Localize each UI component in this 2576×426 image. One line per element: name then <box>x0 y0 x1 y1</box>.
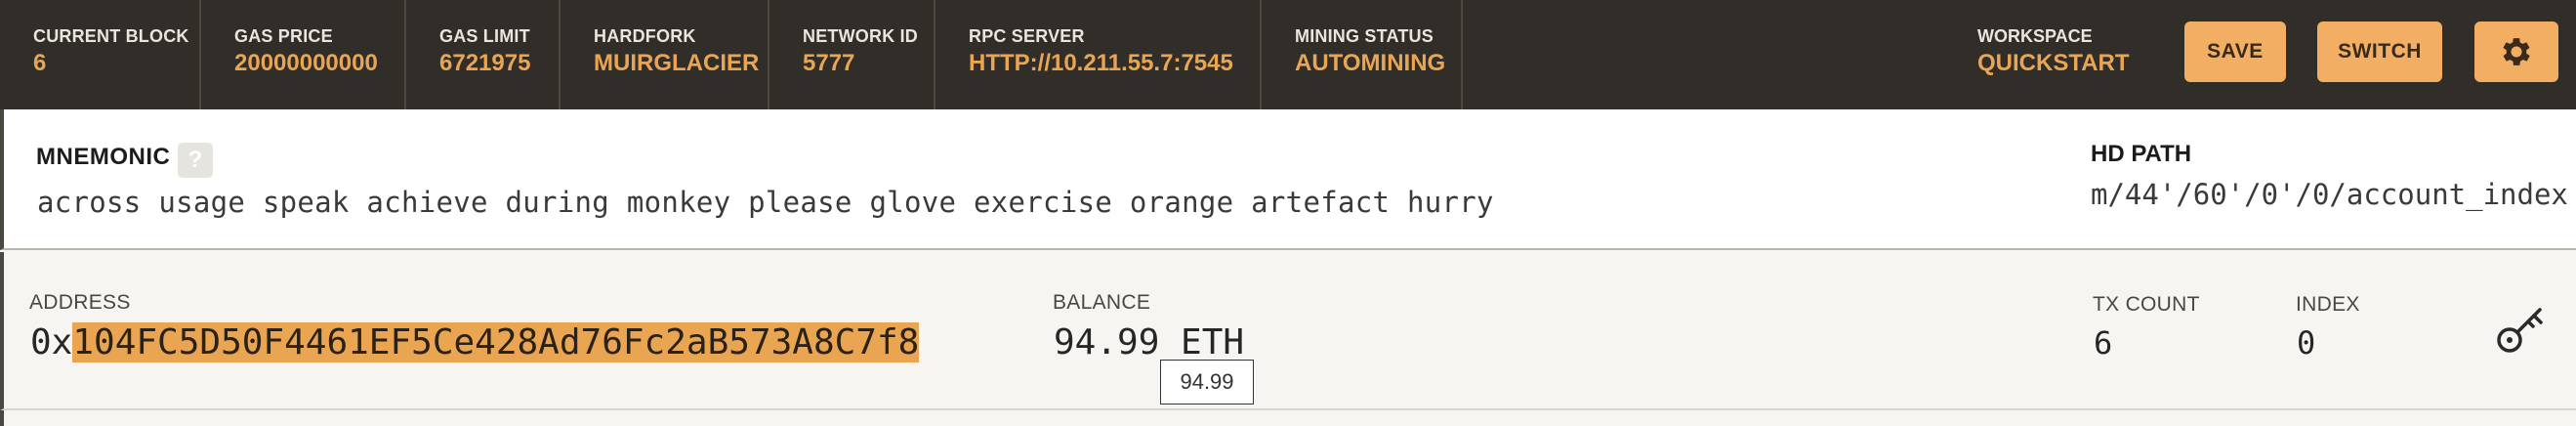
account-row[interactable]: ADDRESS 0x104FC5D50F4461EF5Ce428Ad76Fc2a… <box>0 252 2576 410</box>
next-row-edge <box>0 410 2576 426</box>
workspace-indicator: WORKSPACE QUICKSTART <box>1977 25 2130 78</box>
stat-label: MINING STATUS <box>1295 26 1433 46</box>
stat-label: GAS PRICE <box>234 26 333 46</box>
stat-label: GAS LIMIT <box>439 26 530 46</box>
stat-rpc-server: RPC SERVER HTTP://10.211.55.7:7545 <box>935 0 1262 109</box>
address-selected-text[interactable]: 104FC5D50F4461EF5Ce428Ad76Fc2aB573A8C7f8 <box>72 322 920 362</box>
stat-value: HTTP://10.211.55.7:7545 <box>969 50 1233 76</box>
stat-value: MUIRGLACIER <box>594 50 760 76</box>
index-label: INDEX <box>2296 293 2360 316</box>
tx-count-label: TX COUNT <box>2093 293 2200 316</box>
index-value: 0 <box>2297 324 2316 362</box>
address-prefix: 0x <box>30 322 73 362</box>
key-icon[interactable] <box>2495 301 2550 356</box>
tx-count-value: 6 <box>2094 324 2113 362</box>
hd-path-label: HD PATH <box>2091 141 2192 167</box>
switch-button[interactable]: SWITCH <box>2317 21 2442 82</box>
balance-value: 94.99 ETH <box>1054 322 1245 362</box>
stat-gas-price: GAS PRICE 20000000000 <box>201 0 406 109</box>
balance-label: BALANCE <box>1053 291 1151 314</box>
stat-value: 5777 <box>803 50 855 76</box>
gear-icon <box>2503 38 2530 65</box>
address-label: ADDRESS <box>29 291 131 314</box>
stat-label: CURRENT BLOCK <box>33 26 189 46</box>
stat-label: RPC SERVER <box>969 26 1085 46</box>
address-value[interactable]: 0x104FC5D50F4461EF5Ce428Ad76Fc2aB573A8C7… <box>30 322 920 362</box>
stat-value: 20000000000 <box>234 50 378 76</box>
mnemonic-words: across usage speak achieve during monkey… <box>37 186 1494 219</box>
hd-path-value: m/44'/60'/0'/0/account_index <box>2091 178 2568 211</box>
mnemonic-panel: MNEMONIC ? across usage speak achieve du… <box>0 109 2576 250</box>
stat-hardfork: HARDFORK MUIRGLACIER <box>561 0 769 109</box>
stat-value: AUTOMINING <box>1295 50 1446 76</box>
balance-tooltip: 94.99 <box>1160 360 1254 405</box>
top-status-bar: CURRENT BLOCK 6 GAS PRICE 20000000000 GA… <box>0 0 2576 109</box>
settings-button[interactable] <box>2474 21 2558 82</box>
stat-label: HARDFORK <box>594 26 696 46</box>
help-icon[interactable]: ? <box>178 143 213 178</box>
stat-mining-status: MINING STATUS AUTOMINING <box>1262 0 1463 109</box>
stat-label: NETWORK ID <box>803 26 918 46</box>
stat-network-id: NETWORK ID 5777 <box>769 0 935 109</box>
save-button[interactable]: SAVE <box>2184 21 2286 82</box>
stat-value: 6 <box>33 50 47 76</box>
mnemonic-label: MNEMONIC <box>36 144 171 170</box>
stat-value: 6721975 <box>439 50 531 76</box>
workspace-label: WORKSPACE <box>1977 26 2093 46</box>
stat-current-block: CURRENT BLOCK 6 <box>0 0 201 109</box>
stat-gas-limit: GAS LIMIT 6721975 <box>406 0 561 109</box>
workspace-name: QUICKSTART <box>1977 50 2130 76</box>
